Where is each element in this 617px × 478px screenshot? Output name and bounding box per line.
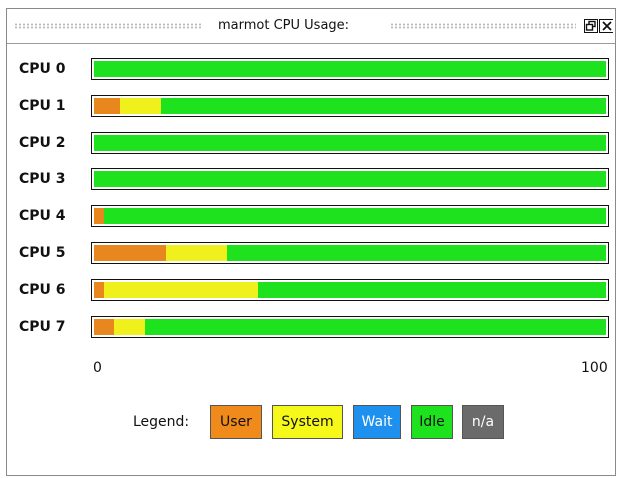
- legend-title: Legend:: [133, 414, 190, 430]
- cpu-row: CPU 6: [7, 277, 617, 303]
- cpu-label: CPU 3: [19, 171, 66, 187]
- legend-item-na: n/a: [462, 405, 504, 439]
- cpu-usage-bar: [91, 168, 609, 190]
- legend-item-wait: Wait: [353, 405, 401, 439]
- legend-item-idle: Idle: [411, 405, 453, 439]
- cpu-usage-bar: [91, 132, 609, 154]
- cpu-usage-bar: [91, 279, 609, 301]
- title-bar-grip-right[interactable]: [390, 23, 576, 29]
- bar-segment-idle: [257, 282, 606, 298]
- cpu-label: CPU 0: [19, 61, 66, 77]
- legend-item-system: System: [272, 405, 343, 439]
- bar-segment-system: [104, 282, 258, 298]
- cpu-row: CPU 4: [7, 203, 617, 229]
- bar-segment-idle: [94, 171, 606, 187]
- window-title: marmot CPU Usage:: [218, 18, 350, 33]
- bar-segment-user: [94, 98, 120, 114]
- bar-segment-user: [94, 208, 105, 224]
- cpu-usage-bar: [91, 95, 609, 117]
- cpu-label: CPU 5: [19, 245, 66, 261]
- cpu-usage-bar: [91, 205, 609, 227]
- cpu-usage-bar: [91, 316, 609, 338]
- bar-segment-idle: [104, 208, 606, 224]
- axis-min-label: 0: [93, 360, 102, 376]
- close-button[interactable]: [599, 19, 613, 33]
- bar-segment-idle: [145, 319, 606, 335]
- bar-segment-system: [165, 245, 228, 261]
- restore-icon: [585, 20, 596, 31]
- bar-segment-idle: [94, 61, 606, 77]
- cpu-row: CPU 2: [7, 130, 617, 156]
- cpu-label: CPU 7: [19, 319, 66, 335]
- title-bar-grip-left[interactable]: [14, 23, 202, 29]
- legend: Legend: User System Wait Idle n/a: [7, 402, 617, 442]
- cpu-label: CPU 6: [19, 282, 66, 298]
- cpu-usage-bar: [91, 58, 609, 80]
- close-icon: [601, 21, 612, 31]
- restore-button[interactable]: [584, 19, 598, 33]
- bar-segment-idle: [227, 245, 606, 261]
- cpu-label: CPU 4: [19, 208, 66, 224]
- bar-segment-idle: [94, 135, 606, 151]
- cpu-row: CPU 7: [7, 314, 617, 340]
- cpu-usage-bar: [91, 242, 609, 264]
- cpu-row: CPU 5: [7, 240, 617, 266]
- cpu-row: CPU 0: [7, 56, 617, 82]
- bar-segment-user: [94, 282, 105, 298]
- cpu-row: CPU 3: [7, 166, 617, 192]
- cpu-usage-window: marmot CPU Usage: CPU 0 CPU 1 CPU 2 CPU 3 CP…: [6, 8, 616, 476]
- bar-segment-idle: [160, 98, 606, 114]
- axis-max-label: 100: [581, 360, 608, 376]
- cpu-row: CPU 1: [7, 93, 617, 119]
- title-bar[interactable]: marmot CPU Usage:: [7, 9, 615, 44]
- bar-segment-system: [114, 319, 146, 335]
- cpu-label: CPU 1: [19, 98, 66, 114]
- bar-segment-user: [94, 245, 166, 261]
- cpu-label: CPU 2: [19, 135, 66, 151]
- bar-segment-user: [94, 319, 115, 335]
- bar-segment-system: [119, 98, 161, 114]
- legend-item-user: User: [210, 405, 262, 439]
